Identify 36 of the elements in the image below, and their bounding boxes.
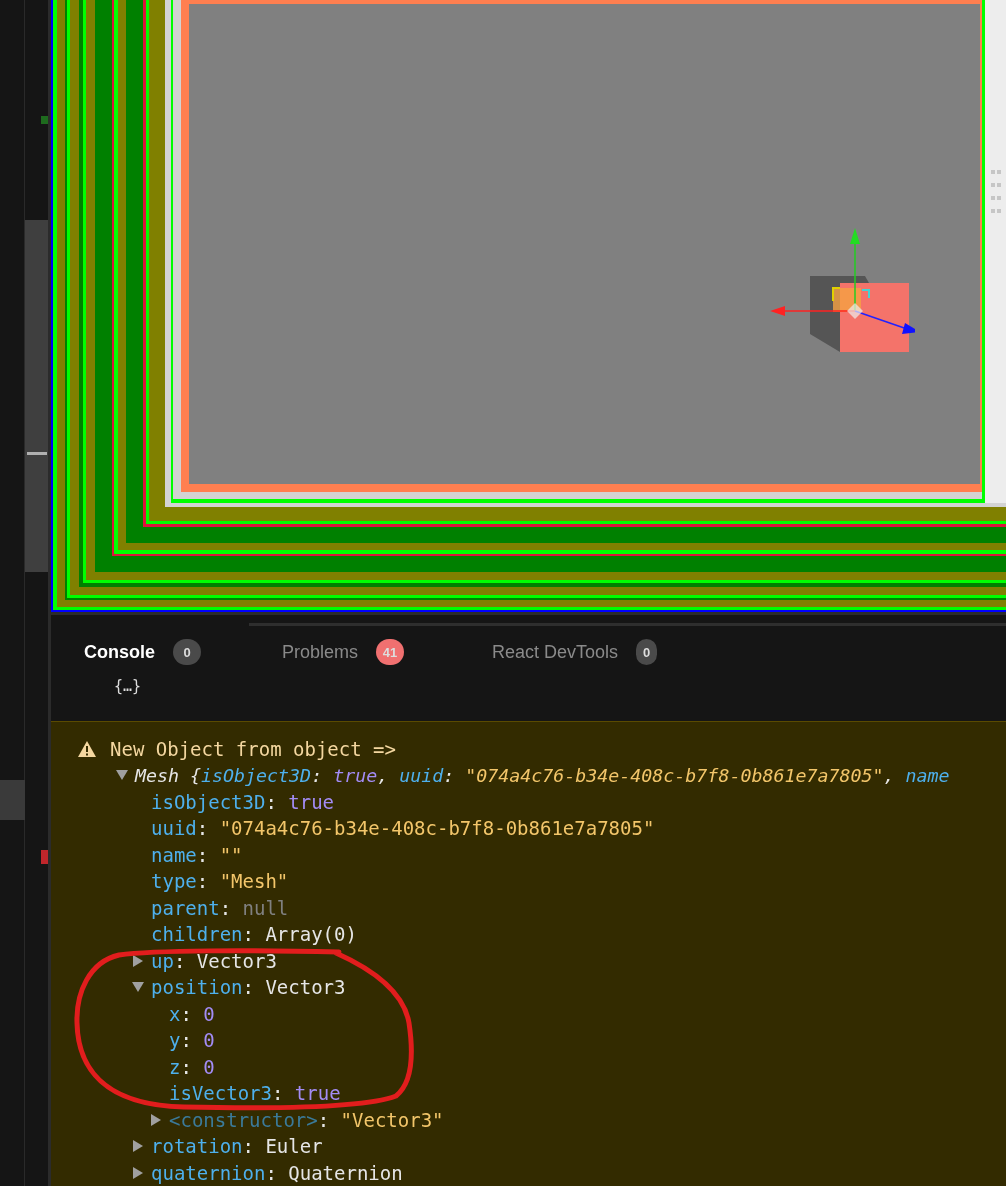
collapse-triangle-icon[interactable] bbox=[132, 981, 144, 994]
property-line: isObject3D: true bbox=[151, 790, 335, 813]
property-line: z: 0 bbox=[169, 1055, 215, 1078]
property-line[interactable]: quaternion: Quaternion bbox=[151, 1161, 403, 1184]
property-line: isVector3: true bbox=[169, 1082, 341, 1105]
tab-label: React DevTools bbox=[492, 641, 619, 663]
property-line: type: "Mesh" bbox=[151, 870, 289, 893]
property-line: children: Array(0) bbox=[151, 923, 357, 946]
property-line: y: 0 bbox=[169, 1029, 215, 1052]
expand-triangle-icon[interactable] bbox=[132, 1166, 144, 1179]
panel-tab[interactable]: Problems 41 bbox=[249, 623, 459, 678]
property-line[interactable]: rotation: Euler bbox=[151, 1135, 323, 1158]
property-line[interactable]: position: Vector3 bbox=[151, 976, 346, 999]
count-badge: 0 bbox=[173, 639, 201, 665]
expand-triangle-icon[interactable] bbox=[132, 954, 144, 967]
expand-triangle-icon[interactable] bbox=[150, 1113, 162, 1126]
property-line[interactable]: <constructor>: "Vector3" bbox=[169, 1108, 444, 1131]
tab-label: Console bbox=[84, 641, 155, 663]
count-badge: 41 bbox=[376, 639, 405, 665]
error-marker bbox=[41, 850, 48, 864]
tab-label: Problems bbox=[282, 641, 359, 663]
warning-text: New Object from object => bbox=[110, 737, 396, 760]
property-line: x: 0 bbox=[169, 1002, 215, 1025]
count-badge: 0 bbox=[636, 639, 657, 665]
warning-icon bbox=[78, 740, 96, 757]
scrollbar-thumb[interactable] bbox=[25, 220, 48, 572]
property-line: name: "" bbox=[151, 843, 243, 866]
panel-tab[interactable]: React DevTools 0 bbox=[459, 623, 657, 678]
property-line: uuid: "074a4c76-b34e-408c-b7f8-0b861e7a7805" bbox=[151, 817, 655, 840]
expand-triangle-icon[interactable] bbox=[132, 1140, 144, 1153]
collapse-triangle-icon[interactable] bbox=[116, 769, 128, 782]
property-line: parent: null bbox=[151, 896, 289, 919]
change-marker bbox=[41, 116, 48, 124]
object-summary[interactable]: Mesh {isObject3D: true, uuid: "074a4c76-b34e-408c-b7f8-0b861e7a7805", name bbox=[135, 764, 950, 786]
property-line[interactable]: up: Vector3 bbox=[151, 949, 277, 972]
log-fragment: {…} bbox=[114, 677, 142, 695]
